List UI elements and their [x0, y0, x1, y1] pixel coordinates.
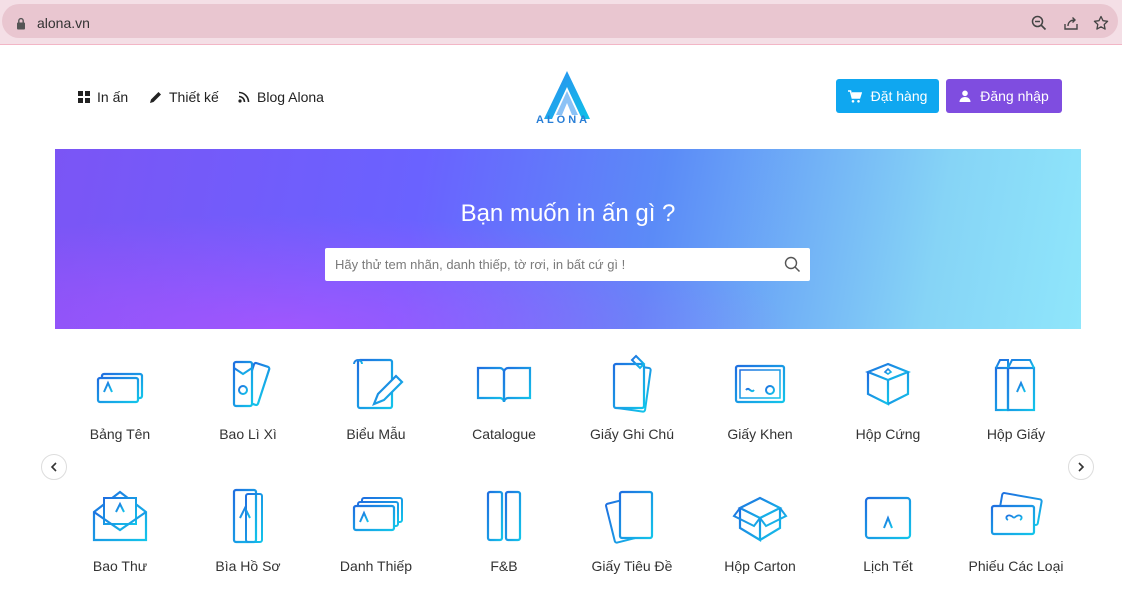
category-label: Giấy Ghi Chú	[589, 426, 675, 442]
bookmark-star-icon[interactable]	[1093, 15, 1109, 31]
category-giay-khen[interactable]: Giấy Khen	[696, 352, 824, 442]
carousel-next-button[interactable]	[1068, 454, 1094, 480]
name-card-icon	[96, 372, 144, 404]
browser-address-bar: alona.vn	[0, 0, 1122, 45]
login-label: Đăng nhập	[980, 88, 1049, 104]
chevron-right-icon	[1078, 462, 1085, 472]
category-label: Bao Lì Xì	[219, 426, 277, 442]
category-label: Hộp Carton	[724, 558, 796, 574]
category-label: F&B	[490, 558, 518, 574]
paper-box-icon	[994, 359, 1036, 412]
category-label: Giấy Khen	[727, 426, 793, 442]
order-label: Đặt hàng	[870, 88, 928, 104]
hero-banner: Bạn muốn in ấn gì ?	[55, 149, 1081, 329]
category-catalogue[interactable]: Catalogue	[440, 352, 568, 442]
nav-in-an[interactable]: In ấn	[78, 89, 128, 105]
open-book-icon	[476, 366, 532, 403]
hard-box-icon	[865, 362, 911, 406]
nav-label: In ấn	[97, 89, 129, 105]
folder-icon	[232, 488, 263, 544]
category-hop-carton[interactable]: Hộp Carton	[696, 484, 824, 574]
category-label: Hộp Giấy	[986, 426, 1046, 442]
envelope-icon	[92, 490, 148, 542]
grid-icon	[78, 91, 90, 103]
category-label: Danh Thiếp	[339, 558, 413, 574]
nav-thiet-ke[interactable]: Thiết kế	[149, 89, 219, 105]
category-hop-cung[interactable]: Hộp Cứng	[824, 352, 952, 442]
certificate-icon	[734, 364, 786, 404]
order-button[interactable]: Đặt hàng	[836, 79, 939, 113]
letterhead-icon	[605, 490, 654, 544]
carton-icon	[732, 496, 788, 542]
fnb-pack-icon	[486, 490, 522, 542]
cart-icon	[847, 89, 862, 103]
red-envelope-icon	[232, 360, 271, 408]
note-paper-icon	[612, 354, 652, 413]
nav-blog[interactable]: Blog Alona	[238, 89, 324, 105]
category-label: Biểu Mẫu	[346, 426, 406, 442]
category-label: Bảng Tên	[89, 426, 151, 442]
category-giay-tieu-de[interactable]: Giấy Tiêu Đề	[568, 484, 696, 574]
nav-label: Thiết kế	[169, 89, 219, 105]
category-label: Catalogue	[472, 426, 536, 442]
category-bang-ten[interactable]: Bảng Tên	[56, 352, 184, 442]
category-lich-tet[interactable]: Lịch Tết	[824, 484, 952, 574]
zoom-icon[interactable]	[1031, 15, 1047, 31]
chevron-left-icon	[50, 462, 57, 472]
url-text[interactable]: alona.vn	[37, 15, 90, 31]
category-label: Bao Thư	[92, 558, 148, 574]
category-hop-giay[interactable]: Hộp Giấy	[952, 352, 1080, 442]
category-label: Bìa Hồ Sơ	[215, 558, 281, 574]
share-icon[interactable]	[1063, 15, 1079, 31]
carousel-prev-button[interactable]	[41, 454, 67, 480]
pencil-icon	[150, 91, 161, 103]
search-box	[325, 248, 810, 281]
category-bieu-mau[interactable]: Biểu Mẫu	[312, 352, 440, 442]
category-label: Phiếu Các Loại	[968, 558, 1064, 574]
login-button[interactable]: Đăng nhập	[946, 79, 1062, 113]
business-card-icon	[352, 497, 403, 532]
category-phieu-cac-loai[interactable]: Phiếu Các Loại	[952, 484, 1080, 574]
hero-title: Bạn muốn in ấn gì ?	[460, 200, 676, 227]
nav-label: Blog Alona	[257, 89, 324, 105]
category-giay-ghi-chu[interactable]: Giấy Ghi Chú	[568, 352, 696, 442]
calendar-icon	[864, 494, 912, 540]
category-bia-ho-so[interactable]: Bìa Hồ Sơ	[184, 484, 312, 574]
voucher-icon	[990, 492, 1043, 536]
search-input[interactable]	[325, 248, 765, 281]
lock-icon	[17, 17, 25, 30]
category-bao-thu[interactable]: Bao Thư	[56, 484, 184, 574]
category-bao-li-xi[interactable]: Bao Lì Xì	[184, 352, 312, 442]
category-label: Giấy Tiêu Đề	[591, 558, 673, 574]
category-label: Hộp Cứng	[855, 426, 921, 442]
category-fnb[interactable]: F&B	[440, 484, 568, 574]
rss-icon	[238, 91, 250, 103]
category-danh-thiep[interactable]: Danh Thiếp	[312, 484, 440, 574]
user-icon	[959, 90, 971, 102]
category-label: Lịch Tết	[863, 558, 913, 574]
logo-text: ALONA	[536, 114, 591, 126]
address-pill[interactable]: alona.vn	[2, 4, 1118, 38]
search-icon[interactable]	[784, 256, 801, 273]
form-pen-icon	[353, 358, 404, 410]
